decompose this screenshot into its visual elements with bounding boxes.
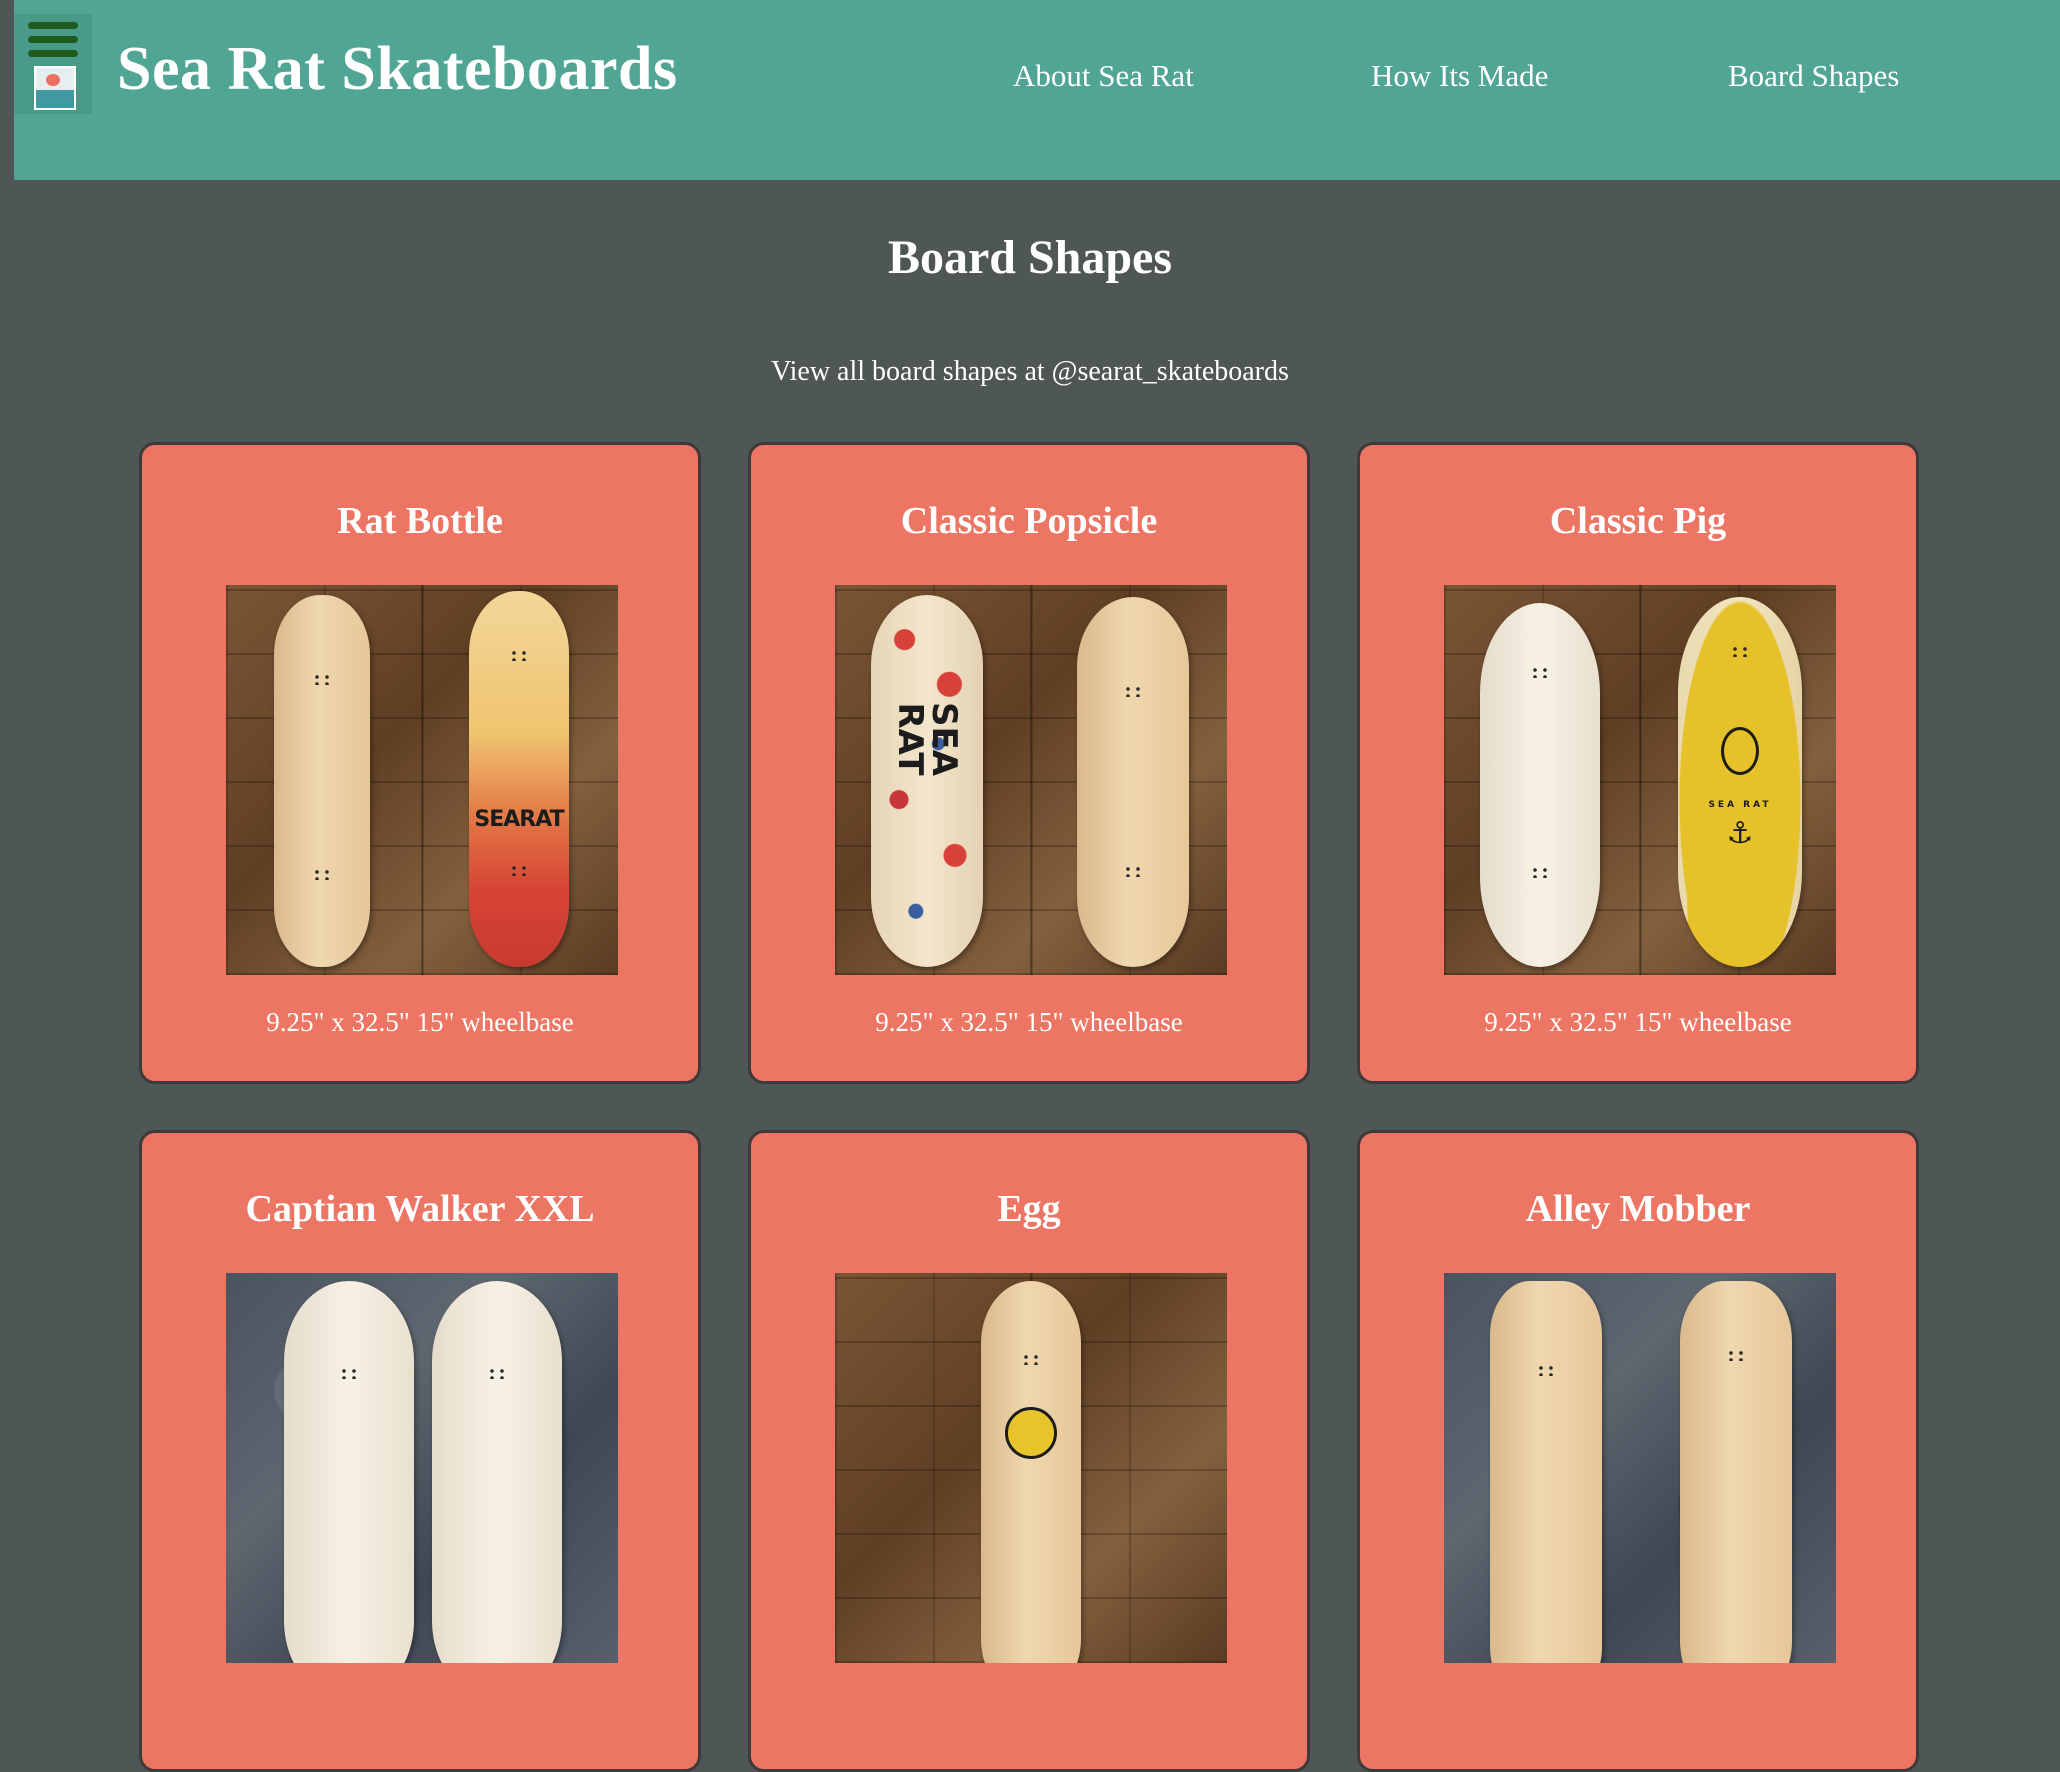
board-photo: SEA RAT [835,585,1227,975]
instagram-link[interactable]: View all board shapes at @searat_skatebo… [0,358,2060,386]
deck-print: SEA RAT [1708,800,1772,810]
page-title: Board Shapes [887,231,1173,284]
card-title: Captian Walker XXL [245,1188,595,1230]
site-header: Sea Rat Skateboards About Sea Rat How It… [14,0,2060,180]
card-dimensions: 9.25" x 32.5" 15" wheelbase [875,1007,1183,1037]
board-photo [835,1273,1227,1663]
board-card-captian-walker-xxl[interactable]: Captian Walker XXL [139,1130,701,1772]
card-title: Rat Bottle [337,500,503,542]
hamburger-icon [28,50,78,57]
card-title: Classic Pig [1549,500,1727,542]
board-photo: SEA RAT ⚓ [1444,585,1836,975]
card-dimensions: 9.25" x 32.5" 15" wheelbase [1484,1007,1792,1037]
nav-link-board-shapes[interactable]: Board Shapes [1728,60,1899,91]
card-dimensions: 9.25" x 32.5" 15" wheelbase [266,1007,574,1037]
board-card-rat-bottle[interactable]: Rat Bottle SEARAT 9.25" x 32.5" 15" whee… [139,442,701,1084]
nav-link-how-its-made[interactable]: How Its Made [1371,60,1548,91]
site-title[interactable]: Sea Rat Skateboards [117,38,678,100]
board-card-classic-popsicle[interactable]: Classic Popsicle SEA RAT 9.25" x 32.5" 1… [748,442,1310,1084]
board-card-egg[interactable]: Egg [748,1130,1310,1772]
board-photo: SEARAT [226,585,618,975]
card-title: Alley Mobber [1525,1188,1751,1230]
hamburger-icon [28,36,78,43]
card-title: Egg [997,1188,1061,1230]
hamburger-icon [28,22,78,29]
sea-rat-logo[interactable] [34,66,76,110]
card-title: Classic Popsicle [900,500,1158,542]
deck-print: SEARAT [474,807,564,832]
board-photo [226,1273,618,1663]
board-card-alley-mobber[interactable]: Alley Mobber [1357,1130,1919,1772]
deck-print: SEA RAT [890,701,964,777]
nav-link-about[interactable]: About Sea Rat [1013,60,1194,91]
board-card-classic-pig[interactable]: Classic Pig SEA RAT ⚓ 9.25" x 32.5" 15" … [1357,442,1919,1084]
board-photo [1444,1273,1836,1663]
